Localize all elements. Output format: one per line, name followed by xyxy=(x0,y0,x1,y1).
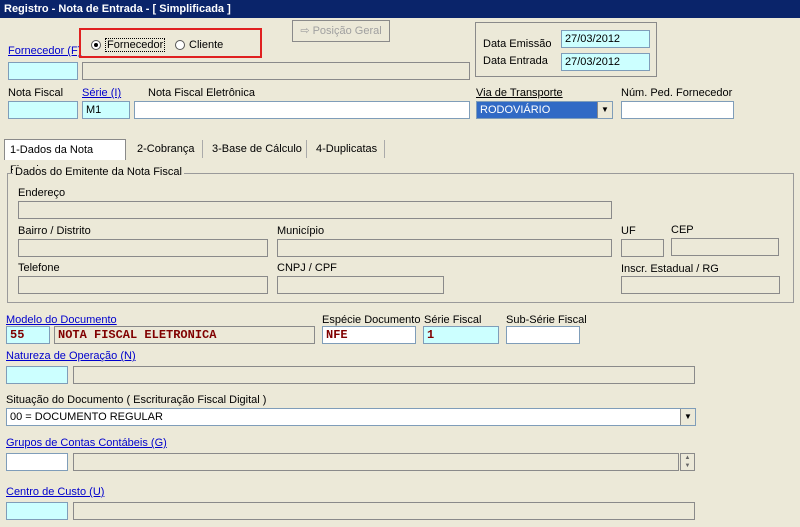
centro-custo-link[interactable]: Centro de Custo (U) xyxy=(6,486,104,498)
cep-label: CEP xyxy=(671,224,694,236)
serie-fiscal-field[interactable]: 1 xyxy=(423,326,499,344)
endereco-label: Endereço xyxy=(18,187,66,199)
especie-field[interactable]: NFE xyxy=(322,326,416,344)
num-ped-field[interactable] xyxy=(621,101,734,119)
serie-link[interactable]: Série (I) xyxy=(82,87,121,99)
modelo-documento-link[interactable]: Modelo do Documento xyxy=(6,314,117,326)
inscr-label: Inscr. Estadual / RG xyxy=(621,263,719,275)
grupos-desc-field xyxy=(73,453,679,471)
via-transporte-value: RODOVIÁRIO xyxy=(480,104,551,116)
data-entrada-label: Data Entrada xyxy=(483,55,548,67)
modelo-code-field[interactable]: 55 xyxy=(6,326,50,344)
data-emissao-field[interactable]: 27/03/2012 xyxy=(561,30,650,48)
via-transporte-label: Via de Transporte xyxy=(476,87,563,99)
grupos-link[interactable]: Grupos de Contas Contábeis (G) xyxy=(6,437,167,449)
serie-fiscal-label: Série Fiscal xyxy=(424,314,482,326)
fornecedor-link[interactable]: Fornecedor (F) xyxy=(8,45,81,57)
natureza-desc-field xyxy=(73,366,695,384)
cnpj-label: CNPJ / CPF xyxy=(277,262,337,274)
especie-label: Espécie Documento xyxy=(322,314,421,326)
natureza-link[interactable]: Natureza de Operação (N) xyxy=(6,350,136,362)
radio-fornecedor[interactable]: Fornecedor xyxy=(91,38,166,52)
tab-separator xyxy=(202,140,203,158)
fornecedor-code-field[interactable] xyxy=(8,62,78,80)
radio-fornecedor-label: Fornecedor xyxy=(105,38,166,52)
centro-custo-desc-field xyxy=(73,502,695,520)
nfe-field[interactable] xyxy=(134,101,470,119)
municipio-field xyxy=(277,239,612,257)
radio-cliente-label: Cliente xyxy=(189,39,224,51)
bairro-field xyxy=(18,239,268,257)
spin-down-icon[interactable]: ▼ xyxy=(681,462,694,470)
posicao-geral-label: Posição Geral xyxy=(312,25,382,37)
telefone-label: Telefone xyxy=(18,262,60,274)
radio-cliente[interactable]: Cliente xyxy=(175,39,223,51)
arrows-icon: ⇨ xyxy=(300,25,313,37)
inscr-field xyxy=(621,276,780,294)
grupos-code-field[interactable] xyxy=(6,453,68,471)
serie-field[interactable]: M1 xyxy=(82,101,130,119)
modelo-desc-field: NOTA FISCAL ELETRONICA xyxy=(54,326,315,344)
telefone-field xyxy=(18,276,268,294)
endereco-field xyxy=(18,201,612,219)
data-emissao-label: Data Emissão xyxy=(483,38,552,50)
centro-custo-code-field[interactable] xyxy=(6,502,68,520)
nfe-label: Nota Fiscal Eletrônica xyxy=(148,87,255,99)
municipio-label: Município xyxy=(277,225,325,237)
radio-off-icon xyxy=(175,40,185,51)
radio-on-icon xyxy=(91,40,101,51)
tab-duplicatas[interactable]: 4-Duplicatas xyxy=(311,139,382,160)
tab-dados-nota-fiscal[interactable]: 1-Dados da Nota Fiscal xyxy=(4,139,126,176)
spin-up-icon[interactable]: ▲ xyxy=(681,454,694,462)
subserie-field[interactable] xyxy=(506,326,580,344)
chevron-down-icon[interactable]: ▼ xyxy=(597,102,612,118)
situacao-select[interactable]: 00 = DOCUMENTO REGULAR ▼ xyxy=(6,408,696,426)
tab-cobranca[interactable]: 2-Cobrança xyxy=(132,139,199,160)
natureza-code-field[interactable] xyxy=(6,366,68,384)
chevron-down-icon[interactable]: ▼ xyxy=(680,409,695,425)
situacao-label: Situação do Documento ( Escrituração Fis… xyxy=(6,394,267,406)
tab-separator xyxy=(384,140,385,158)
cep-field xyxy=(671,238,779,256)
bairro-label: Bairro / Distrito xyxy=(18,225,91,237)
subserie-label: Sub-Série Fiscal xyxy=(506,314,587,326)
data-entrada-field[interactable]: 27/03/2012 xyxy=(561,53,650,71)
nota-fiscal-label: Nota Fiscal xyxy=(8,87,64,99)
nota-fiscal-field[interactable] xyxy=(8,101,78,119)
uf-label: UF xyxy=(621,225,636,237)
emitente-legend: Dados do Emitente da Nota Fiscal xyxy=(13,166,184,178)
cnpj-field xyxy=(277,276,444,294)
num-ped-label: Núm. Ped. Fornecedor xyxy=(621,87,733,99)
window-title: Registro - Nota de Entrada - [ Simplific… xyxy=(0,0,800,18)
tab-base-calculo[interactable]: 3-Base de Cálculo xyxy=(207,139,307,160)
tab-separator xyxy=(306,140,307,158)
grupos-spinner[interactable]: ▲ ▼ xyxy=(680,453,695,471)
fornecedor-name-field xyxy=(82,62,470,80)
posicao-geral-button[interactable]: ⇨ Posição Geral xyxy=(292,20,390,42)
situacao-value: 00 = DOCUMENTO REGULAR xyxy=(10,411,163,423)
uf-field xyxy=(621,239,664,257)
via-transporte-select[interactable]: RODOVIÁRIO ▼ xyxy=(476,101,613,119)
